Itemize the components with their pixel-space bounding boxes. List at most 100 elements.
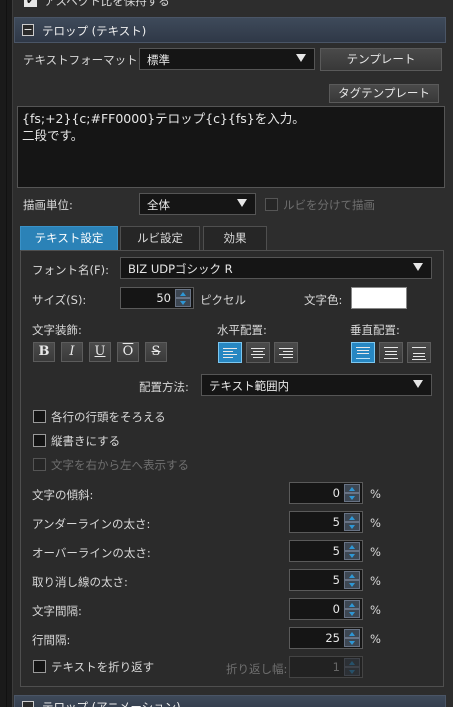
splitter-line[interactable] [6,0,7,707]
field-label: 行間隔: [32,633,71,647]
expand-icon[interactable] [22,701,34,707]
spin-up-icon[interactable] [175,289,191,298]
tab-ruby-settings[interactable]: ルビ設定 [120,226,200,250]
collapse-icon[interactable]: − [22,24,34,36]
font-name-select[interactable]: BIZ UDPゴシック R [120,257,432,279]
spin-down-icon[interactable] [344,638,360,647]
wrap-text-checkbox[interactable] [33,660,46,673]
spin-down-icon[interactable] [344,493,360,502]
size-spinner[interactable] [175,289,191,307]
tab-text-settings[interactable]: テキスト設定 [20,226,118,250]
text-format-label: テキストフォーマット: [23,53,142,67]
spin-up-icon[interactable] [344,542,360,551]
valign-bottom-button[interactable] [407,342,431,363]
align-right-button[interactable] [274,342,298,363]
overline-width-spinner[interactable] [344,542,360,560]
text-color-swatch[interactable] [351,287,407,309]
percent-unit: % [370,487,381,501]
align-line-heads-checkbox[interactable] [33,410,46,423]
bold-button[interactable]: B [33,342,55,362]
overline-button[interactable]: O [117,342,139,362]
section-header-telop-text[interactable]: − テロップ (テキスト) [14,17,446,43]
slant-spinner[interactable] [344,484,360,502]
placement-value: テキスト範囲内 [209,379,290,393]
left-divider-strip [0,0,12,707]
spin-up-icon[interactable] [344,484,360,493]
text-format-select[interactable]: 標準 [139,48,315,70]
spin-down-icon[interactable] [344,522,360,531]
ruby-separate-checkbox[interactable] [265,198,278,211]
aspect-ratio-checkbox[interactable] [24,0,37,7]
underline-width-input[interactable]: 5 [289,511,363,533]
field-label: 取り消し線の太さ: [32,575,128,589]
chevron-down-icon [413,263,423,271]
strikethrough-button[interactable]: S [145,342,167,362]
spin-up-icon[interactable] [344,658,360,667]
align-line-heads-label: 各行の行頭をそろえる [51,410,166,424]
strike-width-value: 5 [332,573,340,587]
spin-down-icon[interactable] [344,551,360,560]
vertical-writing-checkbox[interactable] [33,434,46,447]
italic-button[interactable]: I [61,342,83,362]
valign-middle-button[interactable] [379,342,403,363]
overline-width-input[interactable]: 5 [289,540,363,562]
placement-label: 配置方法: [139,380,189,394]
align-left-button[interactable] [218,342,242,363]
spin-down-icon[interactable] [175,298,191,307]
slant-value: 0 [332,486,340,500]
strike-width-spinner[interactable] [344,571,360,589]
rtl-display-label: 文字を右から左へ表示する [51,458,189,472]
placement-select[interactable]: テキスト範囲内 [201,374,432,396]
char-spacing-input[interactable]: 0 [289,598,363,620]
underline-button[interactable]: U [89,342,111,362]
text-format-value: 標準 [147,53,170,67]
decoration-label: 文字装飾: [32,323,82,337]
percent-unit: % [370,632,381,646]
overline-width-value: 5 [332,544,340,558]
spin-down-icon[interactable] [344,580,360,589]
char-spacing-spinner[interactable] [344,600,360,618]
percent-unit: % [370,545,381,559]
spin-down-icon[interactable] [344,609,360,618]
chevron-down-icon [237,199,247,207]
tag-template-button[interactable]: タグテンプレート [329,84,439,103]
slant-input[interactable]: 0 [289,482,363,504]
underline-width-spinner[interactable] [344,513,360,531]
spin-down-icon[interactable] [344,667,360,676]
section-header-telop-animation[interactable]: テロップ (アニメーション) [14,695,446,707]
next-section-title: テロップ (アニメーション) [42,700,181,707]
size-input[interactable]: 50 [120,287,194,309]
percent-unit: % [370,574,381,588]
vertical-align-label: 垂直配置: [350,323,400,337]
spin-up-icon[interactable] [344,600,360,609]
strike-width-input[interactable]: 5 [289,569,363,591]
wrap-width-value: 1 [332,660,340,674]
size-label: サイズ(S): [32,293,87,307]
spin-up-icon[interactable] [344,629,360,638]
chevron-down-icon [296,54,306,62]
text-color-label: 文字色: [304,293,343,307]
font-name-label: フォント名(F): [32,263,109,277]
underline-width-value: 5 [332,515,340,529]
line-spacing-value: 25 [325,631,340,645]
template-button[interactable]: テンプレート [320,48,442,71]
section-title: テロップ (テキスト) [42,24,147,38]
align-center-button[interactable] [246,342,270,363]
field-label: 文字間隔: [32,604,82,618]
telop-text-input[interactable]: {fs;+2}{c;#FF0000}テロップ{c}{fs}を入力。 二段です。 [17,106,445,188]
spin-up-icon[interactable] [344,571,360,580]
size-value: 50 [156,291,171,305]
line-spacing-input[interactable]: 25 [289,627,363,649]
line-spacing-spinner[interactable] [344,629,360,647]
spin-up-icon[interactable] [344,513,360,522]
draw-unit-select[interactable]: 全体 [139,193,256,215]
percent-unit: % [370,516,381,530]
wrap-width-spinner[interactable] [344,658,360,676]
wrap-width-label: 折り返し幅: [226,662,288,676]
font-name-value: BIZ UDPゴシック R [128,262,233,276]
rtl-display-checkbox[interactable] [33,458,46,471]
wrap-width-input[interactable]: 1 [289,656,363,678]
tab-effects[interactable]: 効果 [203,226,267,250]
valign-top-button[interactable] [351,342,375,363]
percent-unit: % [370,603,381,617]
